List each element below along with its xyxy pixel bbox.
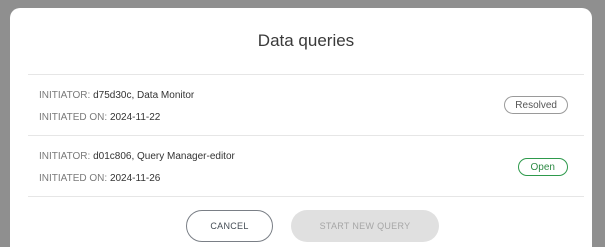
initiated-on-line: INITIATED ON: 2024-11-22 — [39, 112, 160, 123]
initiated-on-label: INITIATED ON: — [39, 112, 108, 123]
status-badge-resolved: Resolved — [504, 96, 568, 114]
initiator-label: INITIATOR: — [39, 151, 91, 162]
query-row[interactable]: INITIATOR: d75d30c, Data Monitor INITIAT… — [28, 75, 584, 136]
initiator-label: INITIATOR: — [39, 90, 91, 101]
initiator-line: INITIATOR: d75d30c, Data Monitor — [39, 90, 194, 101]
initiated-on-label: INITIATED ON: — [39, 173, 108, 184]
cancel-button[interactable]: CANCEL — [186, 210, 273, 242]
initiated-on-value: 2024-11-22 — [109, 112, 161, 123]
initiator-line: INITIATOR: d01c806, Query Manager-editor — [39, 151, 235, 162]
initiator-value: d01c806, Query Manager-editor — [93, 151, 235, 162]
initiated-on-line: INITIATED ON: 2024-11-26 — [39, 173, 160, 184]
status-badge-open: Open — [517, 158, 568, 176]
initiator-value: d75d30c, Data Monitor — [93, 90, 195, 101]
data-queries-dialog: Data queries INITIATOR: d75d30c, Data Mo… — [10, 8, 592, 247]
query-row[interactable]: INITIATOR: d01c806, Query Manager-editor… — [28, 136, 584, 197]
start-new-query-button[interactable]: START NEW QUERY — [291, 210, 439, 242]
dialog-title: Data queries — [28, 8, 584, 75]
dialog-actions: CANCEL START NEW QUERY — [10, 208, 592, 244]
initiated-on-value: 2024-11-26 — [109, 173, 161, 184]
